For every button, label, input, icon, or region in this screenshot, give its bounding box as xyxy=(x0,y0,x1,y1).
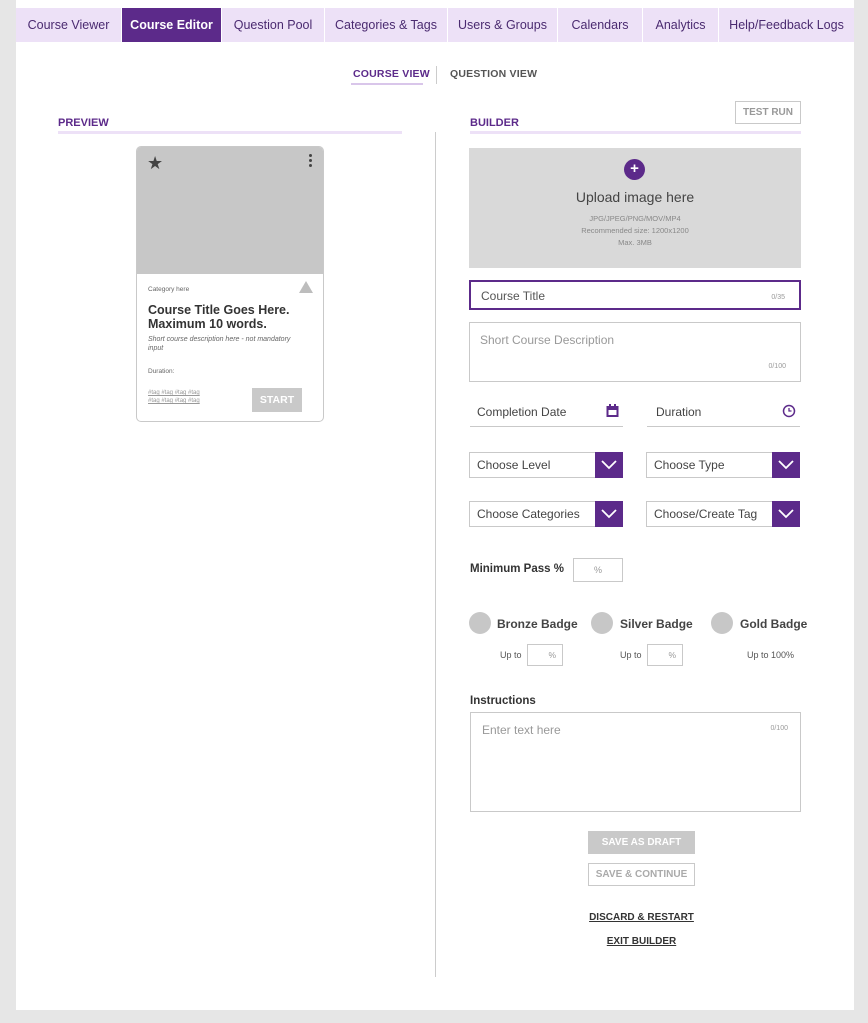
gold-badge-label: Gold Badge xyxy=(740,617,808,631)
instructions-textarea[interactable]: Enter text here 0/100 xyxy=(470,712,801,812)
save-and-continue-button[interactable]: SAVE & CONTINUE xyxy=(588,863,695,886)
choose-level-label: Choose Level xyxy=(477,458,551,472)
course-title-counter: 0/35 xyxy=(771,294,785,301)
completion-date-label: Completion Date xyxy=(477,405,567,419)
upload-requirements: JPG/JPEG/PNG/MOV/MP4 Recommended size: 1… xyxy=(469,213,801,249)
minimum-pass-input[interactable]: % xyxy=(573,558,623,582)
course-description-input[interactable]: Short Course Description 0/100 xyxy=(469,322,801,382)
completion-date-field[interactable]: Completion Date xyxy=(470,404,623,427)
course-title-input[interactable]: Course Title 0/35 xyxy=(469,280,801,310)
nav-tab-categories-tags[interactable]: Categories & Tags xyxy=(325,8,448,42)
duration-label: Duration xyxy=(656,405,702,419)
bronze-badge-label: Bronze Badge xyxy=(497,617,578,631)
instructions-placeholder: Enter text here xyxy=(482,723,561,737)
choose-type-label: Choose Type xyxy=(654,458,725,472)
start-button[interactable]: START xyxy=(252,388,302,412)
view-toggle-divider xyxy=(436,66,437,84)
builder-heading-underline xyxy=(470,131,801,134)
card-duration: Duration: xyxy=(148,368,175,375)
bronze-badge-icon xyxy=(469,612,491,634)
course-description-counter: 0/100 xyxy=(768,363,786,370)
clock-icon[interactable] xyxy=(782,404,796,423)
upload-title: Upload image here xyxy=(575,189,695,205)
chevron-down-icon[interactable] xyxy=(595,452,623,478)
kebab-menu-icon[interactable] xyxy=(309,154,313,169)
card-title: Course Title Goes Here. Maximum 10 words… xyxy=(148,303,290,331)
card-tags-line[interactable]: #tag #tag #tag #tag xyxy=(148,389,238,397)
save-as-draft-button[interactable]: SAVE AS DRAFT xyxy=(588,831,695,854)
nav-tab-users-groups[interactable]: Users & Groups xyxy=(448,8,558,42)
choose-type-select[interactable]: Choose Type xyxy=(646,452,800,478)
column-divider xyxy=(435,132,436,977)
upload-size: Recommended size: 1200x1200 xyxy=(581,226,689,235)
instructions-label: Instructions xyxy=(470,695,536,707)
bronze-upto-label: Up to xyxy=(500,650,522,660)
chevron-down-icon[interactable] xyxy=(595,501,623,527)
course-view-tab[interactable]: COURSE VIEW xyxy=(353,68,430,80)
gold-badge-icon xyxy=(711,612,733,634)
card-tags-line[interactable]: #tag #tag #tag #tag xyxy=(148,397,238,405)
image-upload-area[interactable]: + Upload image here JPG/JPEG/PNG/MOV/MP4… xyxy=(469,148,801,268)
gold-upto-label: Up to 100% xyxy=(747,650,795,660)
duration-field[interactable]: Duration xyxy=(647,404,800,427)
nav-tab-calendars[interactable]: Calendars xyxy=(558,8,643,42)
discard-restart-link[interactable]: DISCARD & RESTART xyxy=(0,912,868,923)
choose-categories-label: Choose Categories xyxy=(477,507,580,521)
instructions-counter: 0/100 xyxy=(770,725,788,732)
minimum-pass-label: Minimum Pass % xyxy=(470,563,564,575)
choose-tag-label: Choose/Create Tag xyxy=(654,507,758,521)
exit-builder-link[interactable]: EXIT BUILDER xyxy=(0,936,868,947)
silver-percent-input[interactable]: % xyxy=(647,644,683,666)
card-tags[interactable]: #tag #tag #tag #tag #tag #tag #tag #tag xyxy=(148,389,238,405)
card-description: Short course description here - not mand… xyxy=(148,336,291,352)
nav-tab-course-viewer[interactable]: Course Viewer xyxy=(16,8,122,42)
calendar-icon[interactable] xyxy=(606,404,619,423)
preview-heading: PREVIEW xyxy=(58,117,109,129)
silver-badge-icon xyxy=(591,612,613,634)
nav-tab-question-pool[interactable]: Question Pool xyxy=(222,8,325,42)
question-view-tab[interactable]: QUESTION VIEW xyxy=(450,68,537,80)
choose-categories-select[interactable]: Choose Categories xyxy=(469,501,623,527)
choose-tag-select[interactable]: Choose/Create Tag xyxy=(646,501,800,527)
nav-tab-analytics[interactable]: Analytics xyxy=(643,8,719,42)
silver-upto-label: Up to xyxy=(620,650,642,660)
chevron-down-icon[interactable] xyxy=(772,452,800,478)
preview-heading-underline xyxy=(58,131,402,134)
top-nav: Course Viewer Course Editor Question Poo… xyxy=(16,8,854,42)
card-image-placeholder xyxy=(137,147,323,274)
upload-max: Max. 3MB xyxy=(618,238,652,247)
silver-badge-label: Silver Badge xyxy=(620,617,693,631)
choose-level-select[interactable]: Choose Level xyxy=(469,452,623,478)
bronze-percent-input[interactable]: % xyxy=(527,644,563,666)
level-triangle-icon xyxy=(299,281,313,293)
course-title-placeholder: Course Title xyxy=(481,289,546,303)
test-run-button[interactable]: TEST RUN xyxy=(735,101,801,124)
builder-heading: BUILDER xyxy=(470,117,519,129)
nav-tab-help-feedback[interactable]: Help/Feedback Logs xyxy=(719,8,854,42)
course-preview-card: ★ Category here Course Title Goes Here. … xyxy=(136,146,324,422)
nav-tab-course-editor[interactable]: Course Editor xyxy=(122,8,222,42)
star-icon[interactable]: ★ xyxy=(147,153,163,174)
course-view-underline xyxy=(351,83,423,85)
course-description-placeholder: Short Course Description xyxy=(480,333,615,347)
plus-icon[interactable]: + xyxy=(624,159,645,180)
upload-formats: JPG/JPEG/PNG/MOV/MP4 xyxy=(589,214,681,223)
card-category: Category here xyxy=(148,286,190,293)
chevron-down-icon[interactable] xyxy=(772,501,800,527)
